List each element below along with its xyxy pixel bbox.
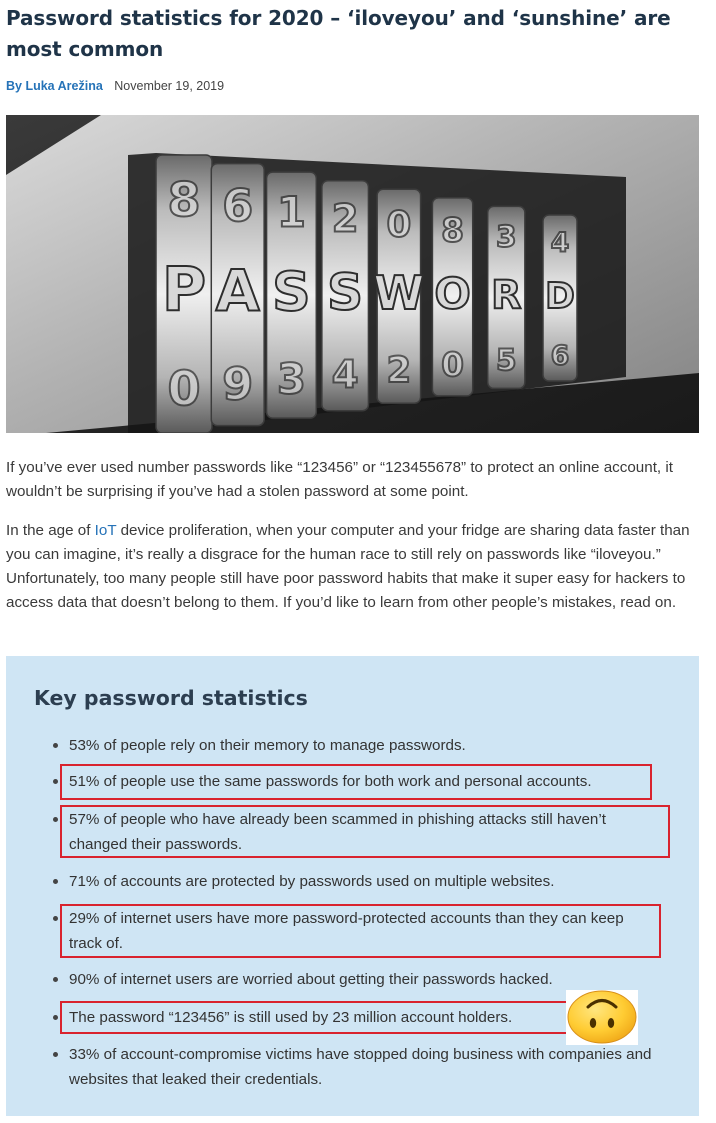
stat-text: 33% of account-compromise victims have s… (69, 1046, 652, 1088)
bullet (53, 1052, 58, 1057)
lock-digit: 2 (332, 196, 359, 241)
lock-letter: A (216, 258, 260, 324)
lock-digit: 3 (496, 219, 517, 253)
lock-digit: 4 (551, 228, 570, 259)
stat-text: 90% of internet users are worried about … (69, 971, 553, 988)
highlight-box (60, 1001, 572, 1034)
lock-digit: 6 (551, 340, 570, 371)
lock-digit: 4 (332, 353, 359, 398)
lock-digit: 1 (277, 187, 306, 236)
article-title: Password statistics for 2020 – ‘iloveyou… (6, 6, 671, 61)
author-link[interactable]: By Luka Arežina (6, 79, 103, 93)
intro-paragraph-2: In the age of IoT device proliferation, … (6, 519, 704, 615)
key-statistics-box: Key password statistics 53% of people re… (6, 656, 699, 1116)
lock-digit: 0 (167, 362, 200, 417)
lock-letter: D (545, 276, 575, 317)
stat-text: 71% of accounts are protected by passwor… (69, 873, 555, 890)
lock-letter: P (162, 256, 206, 326)
lock-digit: 2 (386, 350, 411, 391)
bullet (53, 817, 58, 822)
bullet (53, 779, 58, 784)
stat-item: 33% of account-compromise victims have s… (53, 1042, 659, 1092)
publish-date: November 19, 2019 (114, 79, 225, 93)
highlight-box (60, 805, 670, 858)
lock-digit: 6 (222, 181, 253, 232)
bullet (53, 916, 58, 921)
lock-letter: S (327, 264, 363, 322)
bullet (53, 879, 58, 884)
hero-image: 8P06A91S32S40W28O03R54D6 (6, 115, 699, 433)
bullet (53, 743, 58, 748)
bullet (53, 977, 58, 982)
lock-digit: 0 (441, 346, 464, 384)
lock-digit: 3 (277, 355, 306, 404)
lock-letter: W (373, 266, 424, 320)
intro-paragraph-1: If you’ve ever used number passwords lik… (6, 459, 673, 500)
lock-digit: 9 (222, 359, 253, 410)
lock-digit: 8 (167, 173, 200, 228)
byline: By Luka Arežina November 19, 2019 (6, 78, 224, 94)
lock-digit: 8 (441, 211, 464, 249)
article-page: Password statistics for 2020 – ‘iloveyou… (0, 0, 716, 1123)
bullet (53, 1015, 58, 1020)
lock-digit: 5 (496, 343, 517, 377)
stat-text: 53% of people rely on their memory to ma… (69, 737, 466, 754)
lock-letter: S (272, 260, 311, 323)
upside-down-face-icon (566, 990, 638, 1045)
lock-letter: R (491, 272, 521, 318)
password-combination-lock-icon: 8P06A91S32S40W28O03R54D6 (6, 115, 699, 433)
highlight-box (60, 904, 661, 958)
highlight-box (60, 764, 652, 800)
stat-item: 53% of people rely on their memory to ma… (53, 733, 659, 758)
stat-item: 71% of accounts are protected by passwor… (53, 869, 659, 894)
key-statistics-heading: Key password statistics (34, 686, 308, 710)
lock-digit: 0 (386, 204, 411, 245)
lock-letter: O (434, 270, 470, 320)
stat-item: 90% of internet users are worried about … (53, 967, 659, 992)
p2-text-before: In the age of (6, 522, 95, 539)
iot-link[interactable]: IoT (95, 522, 117, 539)
